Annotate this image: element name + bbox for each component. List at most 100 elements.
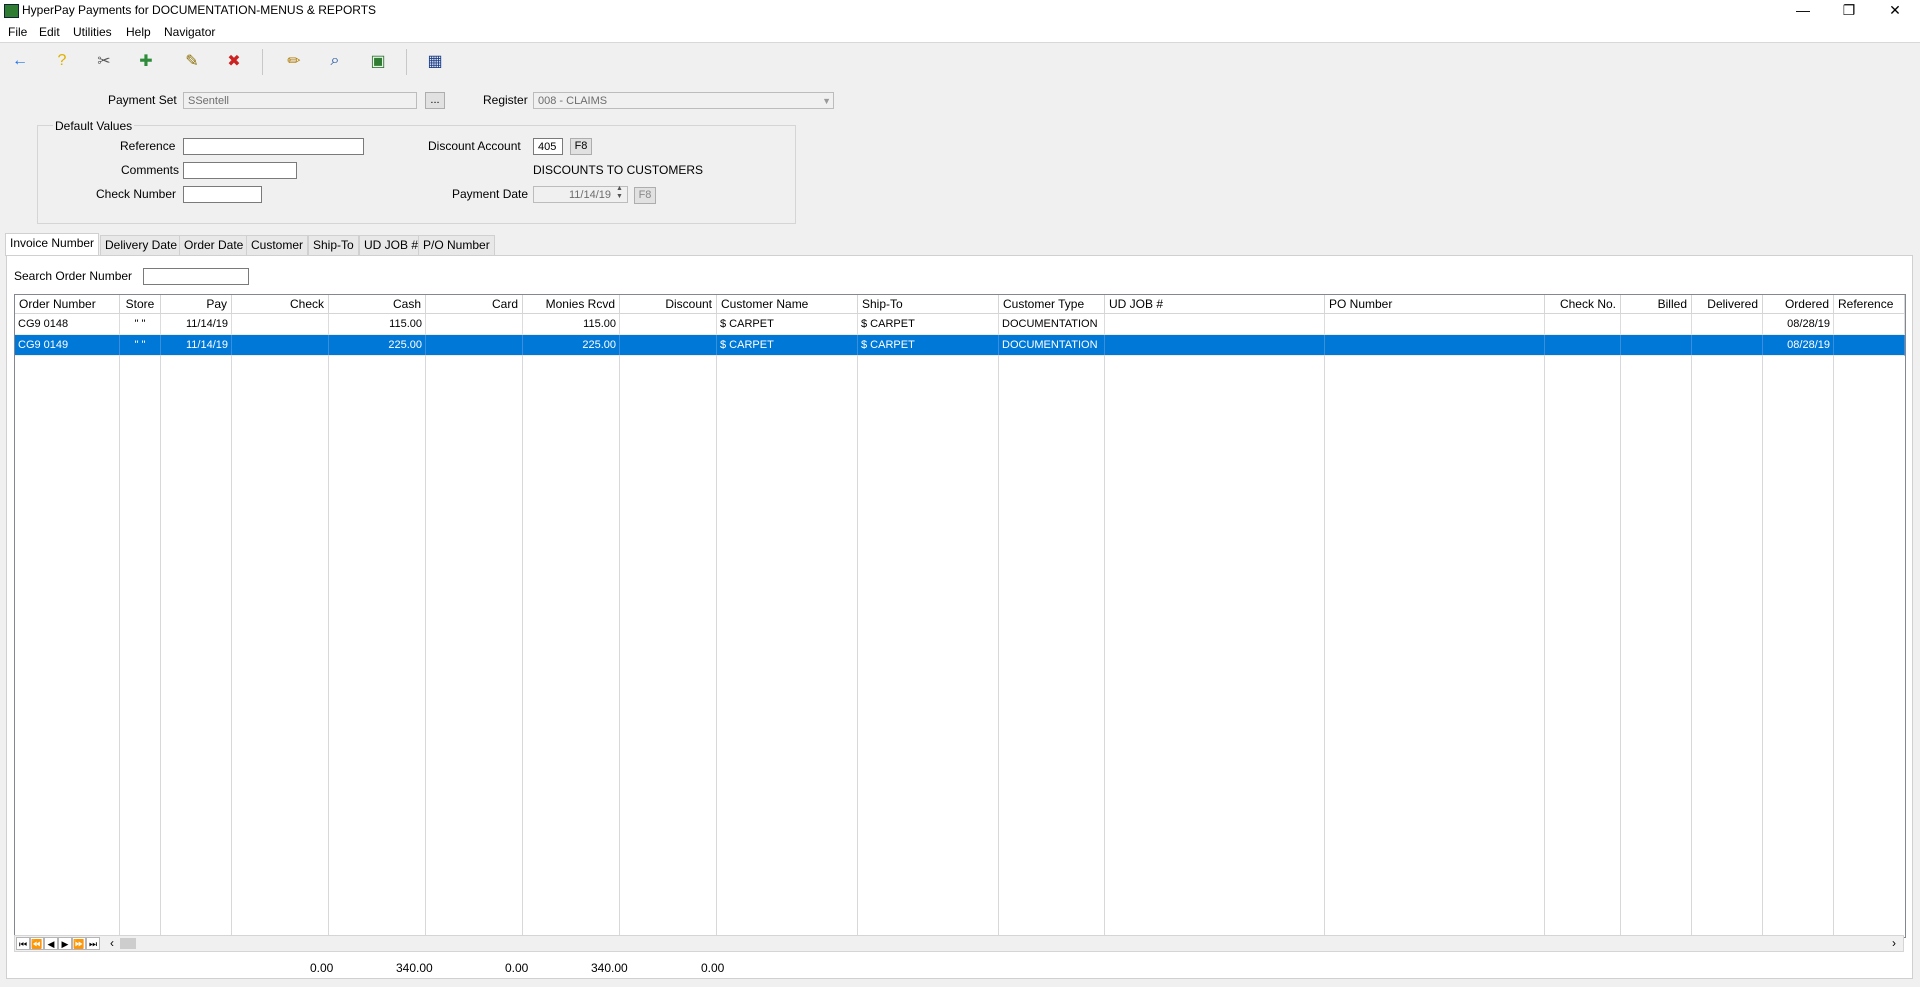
table-row-selected[interactable]: CG9 0149 " " 11/14/19 225.00 225.00 $ CA…	[15, 335, 1905, 356]
chevron-down-icon: ▼	[822, 96, 831, 106]
cell-cash: 225.00	[329, 335, 426, 356]
scroll-right-button[interactable]: ›	[1887, 937, 1901, 950]
next-page-button[interactable]: ⏩	[72, 937, 86, 950]
cell-ud-job	[1105, 335, 1325, 356]
total-card: 0.00	[505, 961, 529, 975]
grid-navigator-bar: ⏮ ⏪ ◀ ▶ ⏩ ⏭ ‹ ›	[14, 935, 1904, 952]
menu-file[interactable]: File	[8, 25, 27, 39]
tools-icon[interactable]: ✂	[92, 49, 116, 73]
edit-document-icon[interactable]: ✎	[180, 49, 204, 73]
search-order-number-input[interactable]	[143, 268, 249, 285]
prior-page-button[interactable]: ⏪	[30, 937, 44, 950]
date-spinner-icon[interactable]: ▲ ▼	[616, 185, 623, 201]
column-header-customer-type[interactable]: Customer Type	[999, 295, 1105, 314]
column-header-store[interactable]: Store	[120, 295, 161, 314]
next-record-button[interactable]: ▶	[58, 937, 72, 950]
delete-document-icon[interactable]: ✖	[222, 49, 246, 73]
total-monies-rcvd: 340.00	[591, 961, 628, 975]
table-row[interactable]: CG9 0148 " " 11/14/19 115.00 115.00 $ CA…	[15, 314, 1905, 335]
scroll-left-button[interactable]: ‹	[105, 937, 119, 950]
close-button[interactable]: ✕	[1872, 0, 1918, 22]
delete-document-glyph: ✖	[227, 53, 241, 70]
tab-invoice-number[interactable]: Invoice Number	[5, 233, 100, 256]
add-document-icon[interactable]: ✚	[134, 49, 158, 73]
cell-billed	[1621, 314, 1692, 335]
column-header-po-number[interactable]: PO Number	[1325, 295, 1545, 314]
edit-document-glyph: ✎	[185, 53, 199, 70]
register-select[interactable]: 008 - CLAIMS ▼	[533, 92, 834, 109]
tab-ship-to[interactable]: Ship-To	[308, 235, 359, 255]
tab-ud-job[interactable]: UD JOB #	[359, 235, 424, 255]
menu-utilities[interactable]: Utilities	[73, 25, 112, 39]
column-header-card[interactable]: Card	[426, 295, 523, 314]
toolbar-separator	[262, 49, 263, 75]
column-divider	[716, 355, 717, 935]
tab-delivery-date[interactable]: Delivery Date	[100, 235, 183, 255]
column-header-order-number[interactable]: Order Number	[15, 295, 120, 314]
last-record-button[interactable]: ⏭	[86, 937, 100, 950]
horizontal-scroll-thumb[interactable]	[120, 938, 136, 949]
comments-field[interactable]	[183, 162, 297, 179]
cell-check	[232, 314, 329, 335]
column-header-monies-rcvd[interactable]: Monies Rcvd	[523, 295, 620, 314]
cell-pay: 11/14/19	[161, 335, 232, 356]
cell-order-number: CG9 0148	[15, 314, 120, 335]
payments-grid: Order Number Store Pay Check Cash Card M…	[14, 294, 1906, 938]
column-header-ship-to[interactable]: Ship-To	[858, 295, 999, 314]
column-header-customer-name[interactable]: Customer Name	[717, 295, 858, 314]
add-document-glyph: ✚	[139, 53, 153, 70]
column-header-reference[interactable]: Reference	[1834, 295, 1905, 314]
payment-set-browse-button[interactable]: ...	[425, 92, 445, 109]
discount-account-lookup-button[interactable]: F8	[570, 138, 592, 155]
back-arrow-icon[interactable]: ←	[8, 49, 32, 73]
restore-button[interactable]: ❐	[1826, 0, 1872, 22]
payment-date-field[interactable]: 11/14/19	[533, 186, 628, 203]
tab-po-number[interactable]: P/O Number	[418, 235, 495, 255]
column-header-billed[interactable]: Billed	[1621, 295, 1692, 314]
pencil-icon[interactable]: ✏	[282, 49, 306, 73]
register-label: Register	[483, 93, 528, 107]
first-record-button[interactable]: ⏮	[16, 937, 30, 950]
search-document-icon[interactable]: ⌕	[323, 49, 347, 73]
minimize-button[interactable]: —	[1780, 0, 1826, 22]
pencil-glyph: ✏	[287, 53, 301, 70]
tools-glyph: ✂	[97, 53, 111, 70]
column-header-ud-job[interactable]: UD JOB #	[1105, 295, 1325, 314]
payment-card-glyph: ▣	[370, 53, 386, 70]
cell-customer-type: DOCUMENTATION	[999, 314, 1105, 335]
column-header-check[interactable]: Check	[232, 295, 329, 314]
cell-customer-type: DOCUMENTATION	[999, 335, 1105, 356]
column-header-ordered[interactable]: Ordered	[1763, 295, 1834, 314]
payment-date-label: Payment Date	[452, 187, 529, 201]
calculator-icon[interactable]: ▦	[423, 49, 447, 73]
cell-check-no	[1545, 335, 1621, 356]
menu-edit[interactable]: Edit	[39, 25, 60, 39]
check-number-field[interactable]	[183, 186, 262, 203]
payment-date-lookup-button[interactable]: F8	[634, 187, 656, 204]
column-header-delivered[interactable]: Delivered	[1692, 295, 1763, 314]
reference-field[interactable]	[183, 138, 364, 155]
payment-set-field[interactable]: SSentell	[183, 92, 417, 109]
prior-record-button[interactable]: ◀	[44, 937, 58, 950]
column-header-check-no[interactable]: Check No.	[1545, 295, 1621, 314]
column-divider	[857, 355, 858, 935]
menu-navigator[interactable]: Navigator	[164, 25, 215, 39]
discount-account-field[interactable]: 405	[533, 138, 563, 155]
tab-order-date[interactable]: Order Date	[179, 235, 249, 255]
payment-card-icon[interactable]: ▣	[366, 49, 390, 73]
column-divider	[1104, 355, 1105, 935]
search-order-number-label: Search Order Number	[14, 269, 133, 283]
column-header-cash[interactable]: Cash	[329, 295, 426, 314]
help-icon[interactable]: ?	[50, 49, 74, 73]
column-divider	[1544, 355, 1545, 935]
column-header-pay[interactable]: Pay	[161, 295, 232, 314]
menu-help[interactable]: Help	[126, 25, 151, 39]
search-document-glyph: ⌕	[330, 52, 340, 69]
column-divider	[425, 355, 426, 935]
help-glyph: ?	[57, 52, 67, 69]
cell-check-no	[1545, 314, 1621, 335]
tab-customer[interactable]: Customer	[246, 235, 309, 255]
column-divider	[231, 355, 232, 935]
cell-customer-name: $ CARPET	[717, 314, 858, 335]
column-header-discount[interactable]: Discount	[620, 295, 717, 314]
